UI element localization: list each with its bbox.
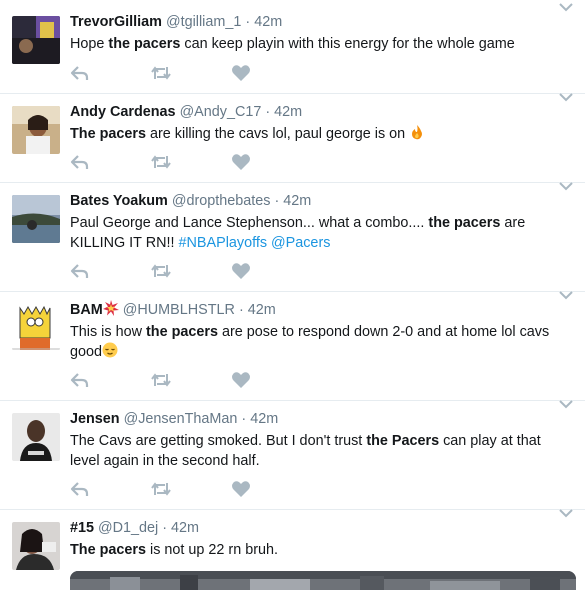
collision-emoji xyxy=(102,300,119,316)
username[interactable]: @dropthebates xyxy=(172,193,271,209)
avatar[interactable] xyxy=(12,106,60,154)
heart-icon[interactable] xyxy=(231,153,251,171)
timestamp[interactable]: 42m xyxy=(250,411,278,427)
tweet-header: Bates Yoakum @dropthebates · 42m xyxy=(70,193,312,209)
username[interactable]: @JensenThaMan xyxy=(124,411,238,427)
tweet-text: The pacers is not up 22 rn bruh. xyxy=(70,542,278,558)
highlighted-term: the pacers xyxy=(428,215,501,231)
highlighted-term: The pacers xyxy=(70,126,146,142)
reply-icon[interactable] xyxy=(70,480,90,498)
avatar[interactable] xyxy=(12,302,60,350)
chevron-down-icon[interactable] xyxy=(559,399,573,409)
username[interactable]: @Andy_C17 xyxy=(180,104,262,120)
display-name[interactable]: TrevorGilliam xyxy=(70,14,162,30)
heart-icon[interactable] xyxy=(231,480,251,498)
display-name[interactable]: Andy Cardenas xyxy=(70,104,176,120)
heart-icon[interactable] xyxy=(231,371,251,389)
avatar[interactable] xyxy=(12,413,60,461)
username[interactable]: @tgilliam_1 xyxy=(166,14,241,30)
retweet-icon[interactable] xyxy=(151,64,171,82)
tweet[interactable]: Bates Yoakum @dropthebates · 42m Paul Geo… xyxy=(0,181,585,292)
highlighted-term: the pacers xyxy=(145,324,218,340)
tweet-text: Paul George and Lance Stephenson... what… xyxy=(70,215,526,251)
tweet-actions xyxy=(70,480,270,498)
chevron-down-icon[interactable] xyxy=(559,2,573,12)
reply-icon[interactable] xyxy=(70,371,90,389)
avatar[interactable] xyxy=(12,195,60,243)
chevron-down-icon[interactable] xyxy=(559,290,573,300)
tweet-actions xyxy=(70,153,270,171)
chevron-down-icon[interactable] xyxy=(559,508,573,518)
tweet-header: Jensen @JensenThaMan · 42m xyxy=(70,411,279,427)
timestamp[interactable]: 42m xyxy=(248,302,276,318)
highlighted-term: the pacers xyxy=(108,36,181,52)
tweet-actions xyxy=(70,64,270,82)
tweet-actions xyxy=(70,262,270,280)
tweet-header: Andy Cardenas @Andy_C17 · 42m xyxy=(70,104,303,120)
chevron-down-icon[interactable] xyxy=(559,181,573,191)
username[interactable]: @HUMBLHSTLR xyxy=(123,302,235,318)
timestamp[interactable]: 42m xyxy=(171,520,199,536)
tweet-text: This is how the pacers are pose to respo… xyxy=(70,324,550,360)
heart-icon[interactable] xyxy=(231,64,251,82)
retweet-icon[interactable] xyxy=(151,480,171,498)
display-name[interactable]: BAM xyxy=(70,302,103,318)
avatar[interactable] xyxy=(12,522,60,570)
relieved-face-emoji xyxy=(102,342,118,358)
timestamp[interactable]: 42m xyxy=(254,14,282,30)
timestamp[interactable]: 42m xyxy=(274,104,302,120)
fire-emoji xyxy=(409,124,425,140)
retweet-icon[interactable] xyxy=(151,153,171,171)
tweet-actions xyxy=(70,371,270,389)
highlighted-term: the Pacers xyxy=(366,433,440,449)
heart-icon[interactable] xyxy=(231,262,251,280)
tweet-header: #15 @D1_dej · 42m xyxy=(70,520,200,536)
tweet-header: TrevorGilliam @tgilliam_1 · 42m xyxy=(70,14,283,30)
reply-icon[interactable] xyxy=(70,64,90,82)
tweet-text: The Cavs are getting smoked. But I don't… xyxy=(70,433,541,469)
display-name[interactable]: Bates Yoakum xyxy=(70,193,168,209)
tweet[interactable]: Jensen @JensenThaMan · 42m The Cavs are g… xyxy=(0,399,585,510)
display-name[interactable]: #15 xyxy=(70,520,94,536)
username[interactable]: @D1_dej xyxy=(98,520,158,536)
tweet-media-image[interactable] xyxy=(70,571,576,590)
tweet[interactable]: BAM @HUMBLHSTLR · 42m This is how the pac… xyxy=(0,290,585,401)
tweet-text: Hope the pacers can keep playin with thi… xyxy=(70,36,515,52)
tweet[interactable]: Andy Cardenas @Andy_C17 · 42m The pacers … xyxy=(0,92,585,183)
tweet-header: BAM @HUMBLHSTLR · 42m xyxy=(70,300,276,318)
reply-icon[interactable] xyxy=(70,262,90,280)
timestamp[interactable]: 42m xyxy=(283,193,311,209)
chevron-down-icon[interactable] xyxy=(559,92,573,102)
tweet[interactable]: TrevorGilliam @tgilliam_1 · 42m Hope the … xyxy=(0,0,585,94)
tweet-text: The pacers are killing the cavs lol, pau… xyxy=(70,124,555,144)
reply-icon[interactable] xyxy=(70,153,90,171)
retweet-icon[interactable] xyxy=(151,262,171,280)
hashtag-link[interactable]: #NBAPlayoffs xyxy=(179,235,268,251)
retweet-icon[interactable] xyxy=(151,371,171,389)
highlighted-term: The pacers xyxy=(70,542,146,558)
mention-link[interactable]: @Pacers xyxy=(271,235,330,251)
avatar[interactable] xyxy=(12,16,60,64)
display-name[interactable]: Jensen xyxy=(70,411,120,427)
